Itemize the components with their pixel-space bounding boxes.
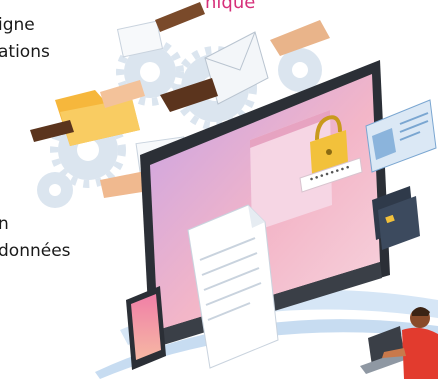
artwork: •••••••• [30,2,438,379]
illustration-canvas: nique igne ations n données •••••••• [0,0,438,379]
tablet-icon [126,286,166,370]
